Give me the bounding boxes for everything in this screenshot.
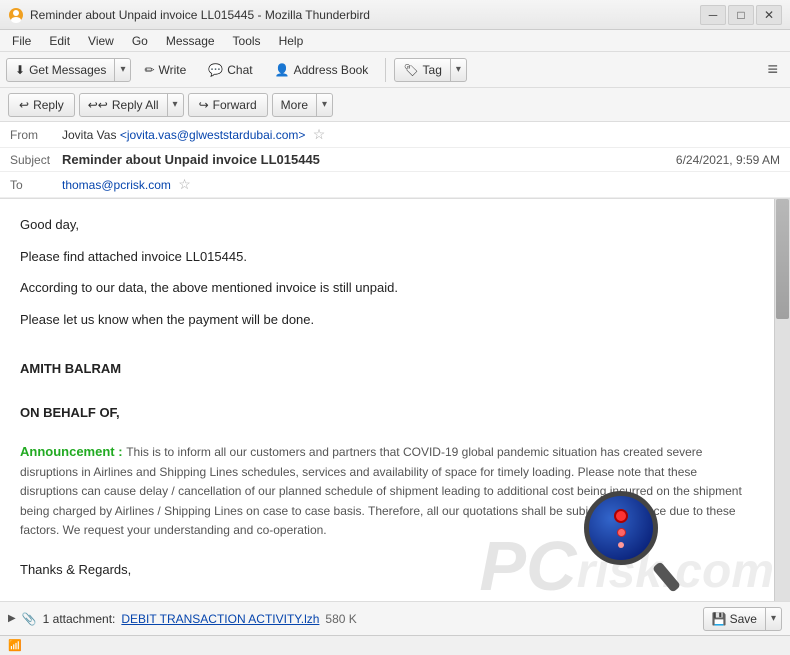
tag-icon: 🏷 [403, 63, 418, 77]
reply-all-button[interactable]: ↩↩ Reply All [80, 94, 167, 116]
to-address: thomas@pcrisk.com [62, 178, 171, 192]
save-split[interactable]: 💾 Save ▾ [703, 607, 782, 631]
from-email: <jovita.vas@glweststardubai.com> [120, 128, 306, 142]
write-icon: ✏ [144, 63, 154, 77]
more-dropdown[interactable]: ▾ [316, 94, 332, 116]
attachment-count: 1 attachment: [43, 612, 116, 626]
from-value: Jovita Vas <jovita.vas@glweststardubai.c… [62, 126, 780, 143]
window-controls[interactable]: ─ □ ✕ [700, 5, 782, 25]
email-body[interactable]: Good day, Please find attached invoice L… [0, 199, 774, 601]
minimize-button[interactable]: ─ [700, 5, 726, 25]
body-para1: Please find attached invoice LL015445. [20, 247, 754, 267]
menu-view[interactable]: View [80, 32, 122, 50]
menu-tools[interactable]: Tools [225, 32, 269, 50]
forward-label: Forward [213, 98, 257, 112]
get-messages-dropdown[interactable]: ▾ [114, 59, 130, 81]
to-label: To [10, 178, 62, 192]
save-label: Save [730, 612, 757, 626]
get-messages-icon: ⬇ [15, 63, 25, 77]
menubar: File Edit View Go Message Tools Help [0, 30, 790, 52]
announcement-block: Announcement : This is to inform all our… [20, 442, 754, 540]
reply-label: Reply [33, 98, 64, 112]
sig-line1: AMITH BALRAM [20, 359, 754, 379]
app-icon [8, 7, 24, 23]
menu-help[interactable]: Help [271, 32, 312, 50]
tag-split[interactable]: 🏷 Tag ▾ [394, 58, 467, 82]
forward-icon: ↪ [199, 98, 209, 112]
scrollbar-track[interactable] [774, 199, 790, 601]
attachment-expand-icon[interactable]: ▶ [8, 613, 16, 624]
from-row: From Jovita Vas <jovita.vas@glweststardu… [0, 122, 790, 148]
reply-all-icon: ↩↩ [88, 98, 108, 112]
menu-file[interactable]: File [4, 32, 39, 50]
write-label: Write [159, 63, 187, 77]
from-label: From [10, 128, 62, 142]
chat-label: Chat [227, 63, 252, 77]
email-header: From Jovita Vas <jovita.vas@glweststardu… [0, 122, 790, 199]
reply-icon: ↩ [19, 98, 29, 112]
toolbar-separator [385, 58, 386, 82]
email-date: 6/24/2021, 9:59 AM [676, 153, 780, 167]
action-bar: ↩ Reply ↩↩ Reply All ▾ ↪ Forward More ▾ [0, 88, 790, 122]
tag-dropdown[interactable]: ▾ [450, 59, 466, 81]
email-area: Good day, Please find attached invoice L… [0, 199, 790, 601]
save-dropdown[interactable]: ▾ [765, 608, 781, 630]
reply-all-dropdown[interactable]: ▾ [167, 94, 183, 116]
address-book-label: Address Book [294, 63, 369, 77]
hamburger-menu-icon[interactable]: ≡ [761, 57, 784, 82]
attachment-filename[interactable]: DEBIT TRANSACTION ACTIVITY.lzh [121, 612, 319, 626]
subject-value: Reminder about Unpaid invoice LL015445 [62, 152, 676, 167]
sig-line2: ON BEHALF OF, [20, 403, 754, 423]
from-star-icon[interactable]: ☆ [313, 126, 326, 142]
address-book-icon: 👤 [275, 63, 290, 77]
get-messages-split[interactable]: ⬇ Get Messages ▾ [6, 58, 131, 82]
write-button[interactable]: ✏ Write [135, 59, 195, 81]
wifi-icon: 📶 [8, 639, 22, 652]
email-content: Good day, Please find attached invoice L… [20, 215, 754, 579]
get-messages-button[interactable]: ⬇ Get Messages [7, 59, 114, 81]
to-star-icon[interactable]: ☆ [178, 176, 191, 192]
paperclip-icon: 📎 [22, 612, 37, 626]
thanks-text: Thanks & Regards, [20, 560, 754, 580]
reply-button[interactable]: ↩ Reply [8, 93, 75, 117]
greeting: Good day, [20, 215, 754, 235]
titlebar: Reminder about Unpaid invoice LL015445 -… [0, 0, 790, 30]
close-button[interactable]: ✕ [756, 5, 782, 25]
menu-go[interactable]: Go [124, 32, 156, 50]
more-split[interactable]: More ▾ [272, 93, 333, 117]
more-label: More [281, 98, 308, 112]
maximize-button[interactable]: □ [728, 5, 754, 25]
save-icon: 💾 [712, 612, 727, 626]
thanks-block: Thanks & Regards, [20, 560, 754, 580]
menu-message[interactable]: Message [158, 32, 223, 50]
get-messages-label: Get Messages [29, 63, 106, 77]
announcement-label: Announcement : [20, 444, 123, 459]
forward-button[interactable]: ↪ Forward [188, 93, 268, 117]
attachment-size: 580 K [325, 612, 356, 626]
subject-label: Subject [10, 153, 62, 167]
to-row: To thomas@pcrisk.com ☆ [0, 172, 790, 198]
more-button[interactable]: More [273, 94, 316, 116]
body-para2: According to our data, the above mention… [20, 278, 754, 298]
subject-row: Subject Reminder about Unpaid invoice LL… [0, 148, 790, 172]
window-title: Reminder about Unpaid invoice LL015445 -… [30, 8, 700, 22]
chat-icon: 💬 [208, 63, 223, 77]
from-name: Jovita Vas [62, 128, 116, 142]
status-bar: 📶 [0, 635, 790, 655]
reply-all-label: Reply All [112, 98, 159, 112]
tag-button[interactable]: 🏷 Tag [395, 59, 450, 81]
chat-button[interactable]: 💬 Chat [199, 59, 261, 81]
reply-all-split[interactable]: ↩↩ Reply All ▾ [79, 93, 184, 117]
announcement-text: This is to inform all our customers and … [20, 445, 742, 537]
main-toolbar: ⬇ Get Messages ▾ ✏ Write 💬 Chat 👤 Addres… [0, 52, 790, 88]
menu-edit[interactable]: Edit [41, 32, 78, 50]
to-value: thomas@pcrisk.com ☆ [62, 176, 780, 193]
signature-block: AMITH BALRAM ON BEHALF OF, [20, 359, 754, 422]
tag-label: Tag [423, 63, 442, 77]
scrollbar-thumb[interactable] [776, 199, 789, 319]
body-para3: Please let us know when the payment will… [20, 310, 754, 330]
address-book-button[interactable]: 👤 Address Book [266, 59, 378, 81]
save-button[interactable]: 💾 Save [704, 608, 765, 630]
